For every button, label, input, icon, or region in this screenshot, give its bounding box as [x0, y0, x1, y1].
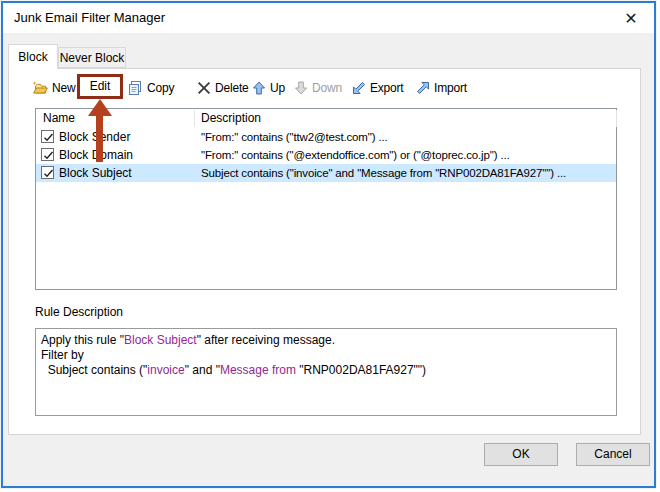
copy-icon	[127, 80, 143, 96]
list-row-block-domain[interactable]: Block Domain "From:" contains ("@extendo…	[36, 146, 616, 164]
list-row-block-subject[interactable]: Block Subject Subject contains ("invoice…	[36, 164, 616, 182]
column-header-name[interactable]: Name	[43, 109, 75, 128]
rule-description-label: Rule Description	[35, 305, 123, 319]
column-divider	[194, 110, 195, 127]
column-header-description[interactable]: Description	[201, 109, 261, 128]
delete-x-icon	[197, 81, 211, 95]
annotation-arrow-shaft	[96, 115, 103, 162]
tab-never-block[interactable]: Never Block	[58, 47, 126, 68]
junk-email-filter-manager-dialog: Junk Email Filter Manager ✕ Block Never …	[0, 0, 660, 492]
cancel-button[interactable]: Cancel	[576, 443, 650, 466]
copy-button[interactable]: Copy	[127, 78, 174, 98]
list-header: Name Description	[36, 109, 616, 128]
checkbox-checked-icon[interactable]	[41, 166, 54, 179]
import-button[interactable]: Import	[416, 78, 467, 98]
column-divider	[616, 110, 617, 127]
filter-list: Name Description Block Sender "From:" co…	[35, 108, 617, 290]
rule-line-1: Apply this rule "Block Subject" after re…	[41, 333, 335, 347]
title-bar: Junk Email Filter Manager ✕	[3, 3, 654, 33]
checkbox-checked-icon[interactable]	[41, 148, 54, 161]
rule-description-box: Apply this rule "Block Subject" after re…	[35, 328, 617, 416]
export-arrow-icon	[352, 81, 366, 95]
delete-button[interactable]: Delete	[197, 78, 249, 98]
rule-line-2: Filter by	[41, 348, 84, 362]
rule-line-3: Subject contains ("invoice" and "Message…	[41, 363, 426, 377]
new-button[interactable]: New	[32, 78, 75, 98]
export-button[interactable]: Export	[352, 78, 403, 98]
up-button[interactable]: Up	[252, 78, 285, 98]
tab-block[interactable]: Block	[8, 44, 58, 69]
checkbox-checked-icon[interactable]	[41, 130, 54, 143]
edit-button[interactable]: Edit	[77, 74, 123, 99]
annotation-arrow-head	[88, 99, 112, 116]
list-row-block-sender[interactable]: Block Sender "From:" contains ("ttw2@tes…	[36, 128, 616, 146]
down-arrow-icon	[294, 81, 308, 95]
dialog-title: Junk Email Filter Manager	[14, 3, 165, 33]
down-button[interactable]: Down	[294, 78, 342, 98]
dialog-frame: Junk Email Filter Manager ✕ Block Never …	[0, 0, 657, 489]
close-button[interactable]: ✕	[616, 6, 646, 31]
import-arrow-icon	[416, 81, 430, 95]
new-folder-icon	[32, 80, 48, 96]
up-arrow-icon	[252, 81, 266, 95]
ok-button[interactable]: OK	[484, 443, 558, 466]
